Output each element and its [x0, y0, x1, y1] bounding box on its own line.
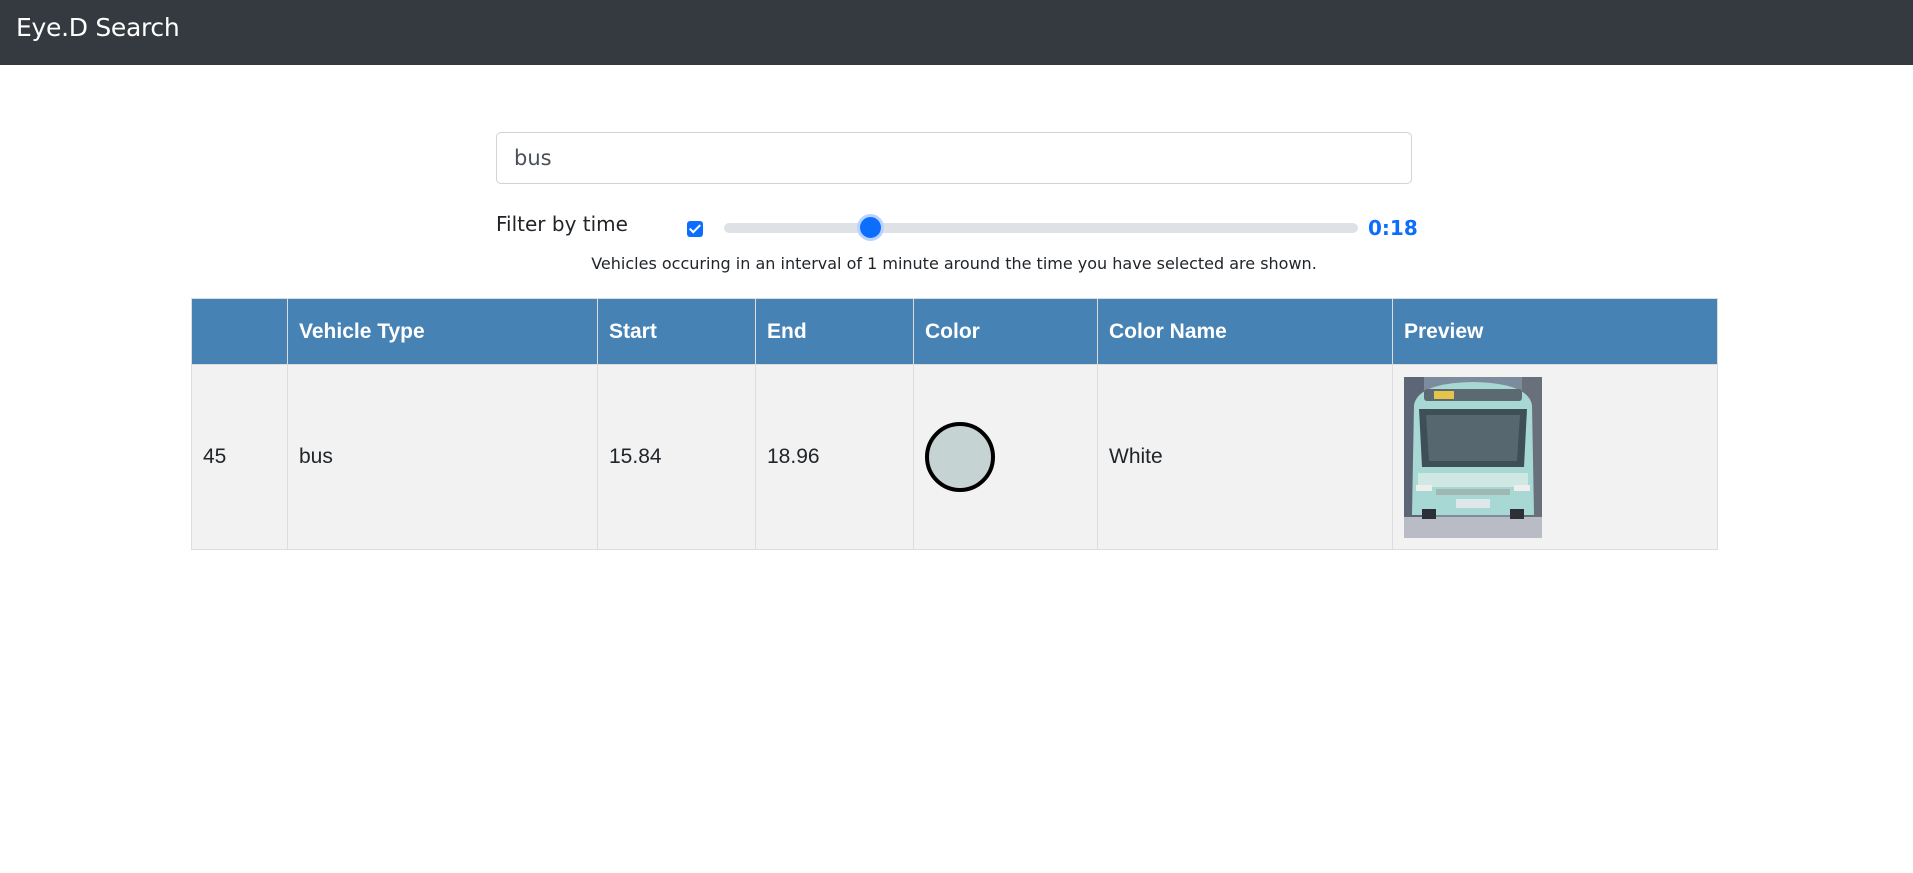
- header-vehicle-type: Vehicle Type: [287, 298, 598, 365]
- cell-id: 45: [191, 364, 288, 550]
- table-row: 45 bus 15.84 18.96 White: [191, 364, 1718, 550]
- navbar: Eye.D Search: [0, 0, 1913, 65]
- cell-vehicle-type: bus: [287, 364, 598, 550]
- cell-end: 18.96: [755, 364, 914, 550]
- header-id: [191, 298, 288, 365]
- time-slider[interactable]: [724, 214, 1358, 241]
- time-slider-thumb[interactable]: [856, 214, 884, 241]
- filter-help-text: Vehicles occuring in an interval of 1 mi…: [591, 254, 1317, 273]
- brand-title[interactable]: Eye.D Search: [16, 13, 180, 42]
- filter-by-time-checkbox[interactable]: [687, 221, 703, 237]
- header-preview: Preview: [1392, 298, 1718, 365]
- cell-color-name: White: [1097, 364, 1393, 550]
- bus-image-graphic: [1404, 376, 1542, 538]
- header-color-name: Color Name: [1097, 298, 1393, 365]
- header-end: End: [755, 298, 914, 365]
- table-header-row: Vehicle Type Start End Color Color Name …: [191, 298, 1718, 365]
- header-start: Start: [597, 298, 756, 365]
- cell-start: 15.84: [597, 364, 756, 550]
- header-color: Color: [913, 298, 1098, 365]
- search-input[interactable]: [496, 132, 1412, 184]
- cell-color: [913, 364, 1098, 550]
- bus-image: [1404, 376, 1542, 538]
- time-value: 0:18: [1368, 216, 1418, 240]
- time-slider-track: [724, 223, 1358, 233]
- cell-preview: [1392, 364, 1718, 550]
- filter-by-time-label: Filter by time: [496, 212, 628, 236]
- color-swatch: [925, 422, 995, 492]
- results-table: Vehicle Type Start End Color Color Name …: [191, 298, 1718, 550]
